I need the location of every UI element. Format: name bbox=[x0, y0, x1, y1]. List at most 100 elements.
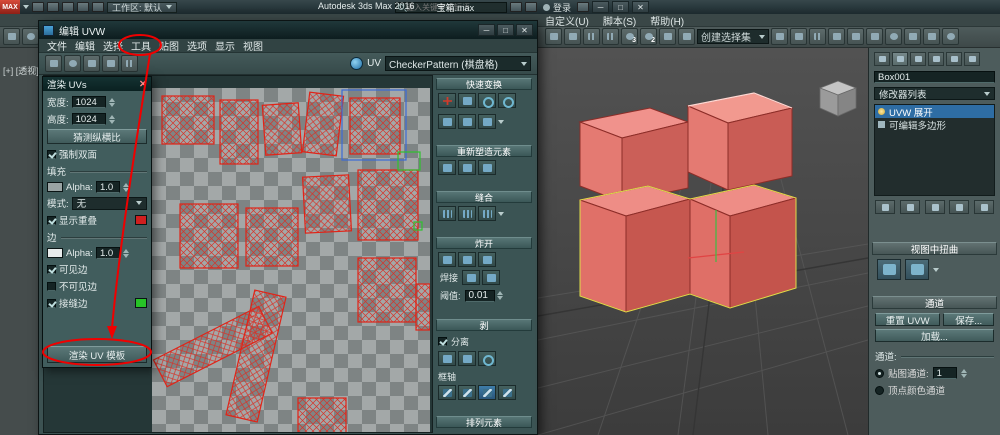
modifier-stack[interactable]: UVW 展开 可编辑多边形 bbox=[874, 104, 995, 196]
seam-color-swatch[interactable] bbox=[135, 298, 147, 308]
remove-modifier-icon[interactable] bbox=[949, 200, 969, 214]
select-object-icon[interactable] bbox=[3, 28, 20, 45]
tab-modify-icon[interactable] bbox=[892, 52, 908, 66]
curve-editor-icon[interactable] bbox=[847, 28, 864, 45]
seam-edges-checkbox[interactable] bbox=[47, 299, 56, 308]
workspace-selector[interactable]: 工作区: 默认 bbox=[107, 2, 177, 13]
height-spinner[interactable] bbox=[109, 115, 115, 124]
configure-modifier-icon[interactable] bbox=[974, 200, 994, 214]
guess-aspect-button[interactable]: 猜测纵横比 bbox=[47, 129, 147, 144]
open-file-icon[interactable] bbox=[47, 2, 59, 12]
background-viewport-left[interactable]: [+] [透视] bbox=[0, 48, 38, 435]
map-channel-spinner[interactable] bbox=[961, 369, 967, 378]
rotate-90-cw-icon[interactable] bbox=[498, 93, 516, 108]
vertex-color-radio[interactable] bbox=[875, 386, 884, 395]
redo-quick-icon[interactable] bbox=[92, 2, 104, 12]
snap-toggle-icon[interactable]: 3 bbox=[621, 28, 638, 45]
mode-dropdown[interactable]: 无 bbox=[72, 197, 147, 210]
minimize-button[interactable]: ─ bbox=[592, 1, 609, 13]
edge-alpha-spinner[interactable] bbox=[123, 249, 129, 258]
threshold-value[interactable]: 0.01 bbox=[465, 290, 495, 302]
detach-edge-verts-icon[interactable] bbox=[458, 252, 476, 267]
viewcube[interactable] bbox=[820, 81, 856, 116]
reset-peel-icon[interactable] bbox=[478, 351, 496, 366]
quick-transform-header[interactable]: 快速变换 bbox=[436, 78, 532, 90]
break-icon[interactable] bbox=[438, 252, 456, 267]
uv-islands[interactable] bbox=[152, 88, 430, 432]
tab-utilities-icon[interactable] bbox=[964, 52, 980, 66]
width-spinner[interactable] bbox=[109, 98, 115, 107]
rendered-frame-icon[interactable] bbox=[923, 28, 940, 45]
rollout-tweak-header[interactable]: 视图中扭曲 bbox=[872, 242, 997, 255]
peel-mode-icon[interactable] bbox=[458, 351, 476, 366]
target-weld-icon[interactable] bbox=[482, 270, 500, 285]
render-uvs-close-icon[interactable]: ✕ bbox=[139, 79, 147, 90]
close-button[interactable]: ✕ bbox=[632, 1, 649, 13]
reset-uvw-button[interactable]: 重置 UVW bbox=[875, 313, 940, 326]
align-icon[interactable] bbox=[790, 28, 807, 45]
fill-alpha-spinner[interactable] bbox=[123, 183, 129, 192]
tweak-in-view-icon[interactable] bbox=[905, 259, 929, 280]
render-uv-template-button[interactable]: 渲染 UV 模板 bbox=[47, 346, 147, 363]
uvw-menu-view[interactable]: 视图 bbox=[239, 38, 267, 53]
help-icon[interactable] bbox=[577, 2, 589, 12]
modifier-list-dropdown[interactable]: 修改器列表 bbox=[874, 87, 995, 100]
freeform-mode-icon[interactable] bbox=[102, 55, 119, 72]
quick-peel-icon[interactable] bbox=[438, 351, 456, 366]
save-button[interactable]: 保存... bbox=[943, 313, 994, 326]
select-by-name-icon[interactable] bbox=[22, 28, 39, 45]
menu-help[interactable]: 帮助(H) bbox=[650, 13, 684, 28]
peel-header[interactable]: 剥 bbox=[436, 319, 532, 331]
align-to-edge-icon[interactable] bbox=[438, 114, 456, 129]
quick-transform-options-icon[interactable] bbox=[498, 120, 504, 124]
new-file-icon[interactable] bbox=[32, 2, 44, 12]
mirror-icon[interactable] bbox=[771, 28, 788, 45]
peel-split-checkbox[interactable] bbox=[438, 337, 447, 346]
uvw-maximize-button[interactable]: □ bbox=[497, 24, 514, 36]
reshape-header[interactable]: 重新塑造元素 bbox=[436, 145, 532, 157]
select-link-icon[interactable] bbox=[583, 28, 600, 45]
map-channel-value[interactable]: 1 bbox=[933, 367, 957, 379]
rotate-icon[interactable] bbox=[64, 55, 81, 72]
align-horizontal-icon[interactable] bbox=[458, 93, 476, 108]
layer-manager-icon[interactable] bbox=[809, 28, 826, 45]
expand-to-seam-icon[interactable] bbox=[498, 385, 516, 400]
uvw-menu-options[interactable]: 选项 bbox=[183, 38, 211, 53]
app-menu-arrow-icon[interactable] bbox=[23, 5, 29, 9]
explode-header[interactable]: 炸开 bbox=[436, 237, 532, 249]
force-2sided-checkbox[interactable] bbox=[47, 150, 56, 159]
fill-alpha-field[interactable]: 1.0 bbox=[96, 181, 120, 193]
undo-quick-icon[interactable] bbox=[77, 2, 89, 12]
edit-seams-icon[interactable] bbox=[438, 385, 456, 400]
make-unique-icon[interactable] bbox=[925, 200, 945, 214]
viewport-label[interactable]: [+] [透视] bbox=[3, 64, 38, 77]
tab-hierarchy-icon[interactable] bbox=[910, 52, 926, 66]
edge-alpha-field[interactable]: 1.0 bbox=[96, 247, 120, 259]
menu-scripting[interactable]: 脚本(S) bbox=[603, 13, 636, 28]
mirror-uv-icon[interactable] bbox=[121, 55, 138, 72]
open-uv-editor-icon[interactable] bbox=[877, 259, 901, 280]
pin-stack-icon[interactable] bbox=[875, 200, 895, 214]
angle-snap-icon[interactable]: 2 bbox=[640, 28, 657, 45]
stitch-header[interactable]: 缝合 bbox=[436, 191, 532, 203]
uvw-menu-display[interactable]: 显示 bbox=[211, 38, 239, 53]
space-vertical-icon[interactable] bbox=[478, 114, 496, 129]
material-editor-icon[interactable] bbox=[885, 28, 902, 45]
schematic-view-icon[interactable] bbox=[866, 28, 883, 45]
percent-snap-icon[interactable] bbox=[659, 28, 676, 45]
perspective-viewport[interactable] bbox=[538, 48, 868, 435]
visible-edges-checkbox[interactable] bbox=[47, 265, 56, 274]
absolute-move-icon[interactable] bbox=[438, 93, 456, 108]
show-overlap-checkbox[interactable] bbox=[47, 216, 56, 225]
uvw-menu-select[interactable]: 选择 bbox=[99, 38, 127, 53]
modifier-enabled-icon[interactable] bbox=[878, 108, 885, 115]
named-selection-set[interactable]: 创建选择集 bbox=[697, 29, 769, 44]
object-name-field[interactable]: Box001 bbox=[874, 71, 995, 83]
stitch-source-icon[interactable] bbox=[478, 206, 496, 221]
undo-icon[interactable] bbox=[545, 28, 562, 45]
threshold-spinner[interactable] bbox=[497, 291, 503, 300]
uvw-close-button[interactable]: ✕ bbox=[516, 24, 533, 36]
space-horizontal-icon[interactable] bbox=[458, 114, 476, 129]
stitch-average-icon[interactable] bbox=[458, 206, 476, 221]
relax-icon[interactable] bbox=[438, 160, 456, 175]
